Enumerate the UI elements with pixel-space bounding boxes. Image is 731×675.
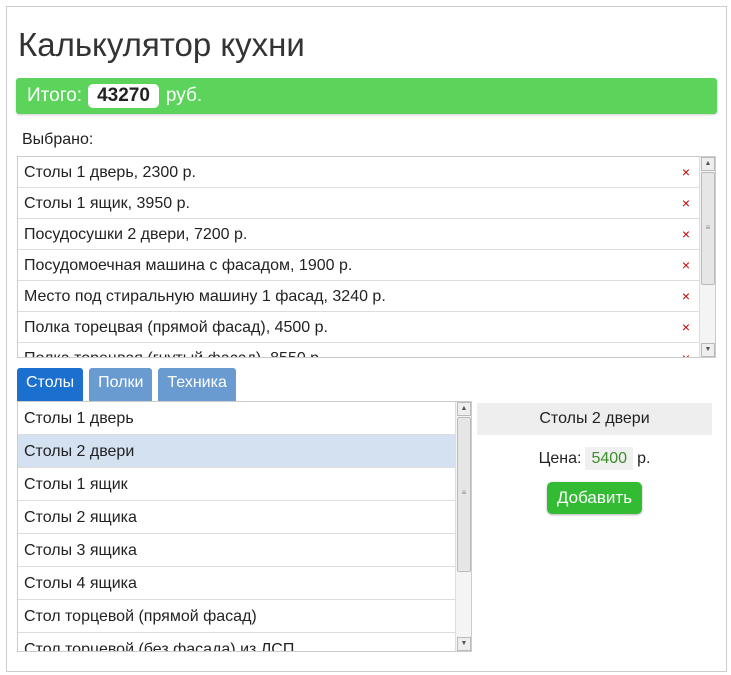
product-item[interactable]: Столы 1 ящик [18, 468, 456, 501]
scroll-up-icon[interactable]: ▲ [457, 402, 471, 416]
selected-item-label: Посудомоечная машина с фасадом, 1900 р. [24, 257, 353, 274]
product-item[interactable]: Столы 2 двери [18, 435, 456, 468]
total-label: Итого: [27, 85, 83, 106]
page-title: Калькулятор кухни [18, 26, 305, 63]
tab-1[interactable]: Полки [89, 368, 153, 401]
selected-item-label: Место под стиральную машину 1 фасад, 324… [24, 288, 386, 305]
selected-list: Столы 1 дверь, 2300 р. × Столы 1 ящик, 395… [17, 156, 716, 358]
product-item[interactable]: Столы 4 ящика [18, 567, 456, 600]
remove-icon[interactable]: × [682, 288, 690, 304]
product-item[interactable]: Столы 3 ящика [18, 534, 456, 567]
selected-item-label: Полка торецвая (прямой фасад), 4500 р. [24, 319, 328, 336]
scroll-up-icon[interactable]: ▲ [701, 157, 715, 171]
product-item[interactable]: Столы 1 дверь [18, 402, 456, 435]
selected-item-label: Посудосушки 2 двери, 7200 р. [24, 226, 248, 243]
price-value: 5400 [585, 447, 634, 470]
product-item[interactable]: Столы 2 ящика [18, 501, 456, 534]
product-detail: Столы 2 двери Цена: 5400 р. Добавить [477, 403, 712, 514]
scroll-down-icon[interactable]: ▼ [701, 343, 715, 357]
selected-item: Столы 1 дверь, 2300 р. × [18, 157, 700, 188]
price-label: Цена: [538, 450, 582, 467]
selected-item: Полка торецвая (гнутый фасад), 8550 р. × [18, 343, 700, 357]
selected-item: Посудосушки 2 двери, 7200 р. × [18, 219, 700, 250]
remove-icon[interactable]: × [682, 350, 690, 357]
remove-icon[interactable]: × [682, 164, 690, 180]
scrollbar[interactable]: ▲ ≡ ▼ [699, 157, 715, 357]
scroll-down-icon[interactable]: ▼ [457, 637, 471, 651]
add-button[interactable]: Добавить [546, 482, 643, 514]
category-tabs: Столы Полки Техника [17, 368, 236, 401]
product-item[interactable]: Стол торцевой (прямой фасад) [18, 600, 456, 633]
selected-item: Столы 1 ящик, 3950 р. × [18, 188, 700, 219]
selected-item: Место под стиральную машину 1 фасад, 324… [18, 281, 700, 312]
selected-item: Полка торецвая (прямой фасад), 4500 р. × [18, 312, 700, 343]
scroll-thumb[interactable]: ≡ [701, 172, 715, 285]
scrollbar[interactable]: ▲ ≡ ▼ [455, 402, 471, 651]
product-item[interactable]: Стол торцевой (без фасада) из ЛСП [18, 633, 456, 651]
remove-icon[interactable]: × [682, 257, 690, 273]
product-name: Столы 2 двери [477, 403, 712, 435]
selected-item-label: Столы 1 дверь, 2300 р. [24, 164, 196, 181]
remove-icon[interactable]: × [682, 195, 690, 211]
total-bar: Итого: 43270 руб. [16, 78, 717, 114]
remove-icon[interactable]: × [682, 319, 690, 335]
tab-2[interactable]: Техника [158, 368, 236, 401]
total-value: 43270 [88, 84, 159, 108]
price-currency: р. [637, 450, 651, 467]
selected-label: Выбрано: [22, 131, 94, 148]
scroll-thumb[interactable]: ≡ [457, 417, 471, 572]
remove-icon[interactable]: × [682, 226, 690, 242]
selected-item-label: Столы 1 ящик, 3950 р. [24, 195, 190, 212]
tab-0[interactable]: Столы [17, 368, 84, 401]
product-list: Столы 1 дверь Столы 2 двери Столы 1 ящик Ст… [17, 401, 472, 652]
total-currency: руб. [165, 85, 203, 106]
selected-item: Посудомоечная машина с фасадом, 1900 р. × [18, 250, 700, 281]
selected-item-label: Полка торецвая (гнутый фасад), 8550 р. [24, 350, 324, 357]
